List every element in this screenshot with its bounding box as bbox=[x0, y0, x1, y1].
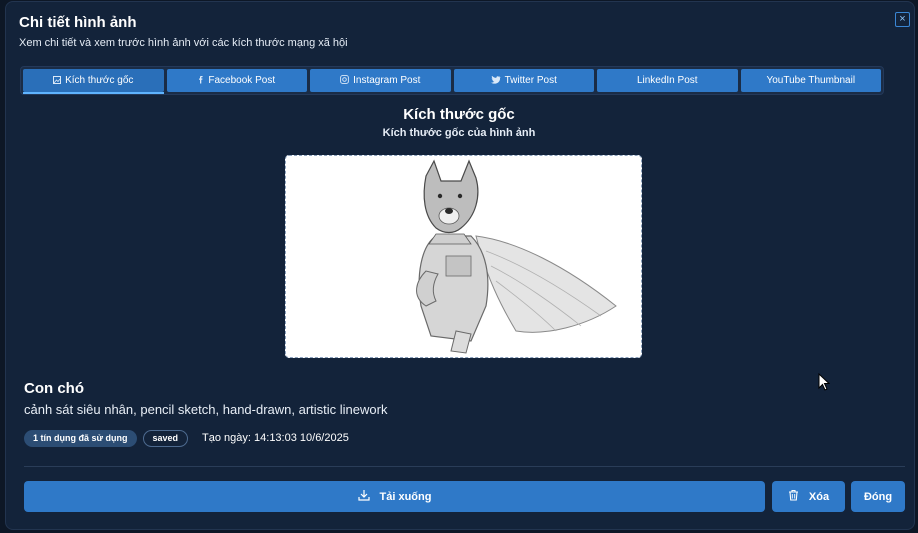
twitter-icon bbox=[490, 75, 501, 86]
delete-label: Xóa bbox=[808, 490, 830, 503]
tab-instagram-post[interactable]: Instagram Post bbox=[310, 69, 451, 92]
tab-facebook-post[interactable]: Facebook Post bbox=[166, 69, 307, 92]
dog-sketch-image bbox=[286, 156, 641, 357]
image-preview bbox=[285, 155, 642, 358]
download-icon bbox=[357, 489, 370, 504]
close-label: Đóng bbox=[863, 490, 893, 503]
tab-label: Kích thước gốc bbox=[65, 75, 134, 86]
tab-label: LinkedIn Post bbox=[636, 75, 698, 86]
close-button[interactable]: Đóng bbox=[851, 481, 905, 512]
trash-icon bbox=[788, 489, 799, 504]
tab-twitter-post[interactable]: Twitter Post bbox=[453, 69, 594, 92]
dialog-title: Chi tiết hình ảnh bbox=[19, 14, 137, 31]
created-date: Tạo ngày: 14:13:03 10/6/2025 bbox=[202, 432, 349, 444]
delete-button[interactable]: Xóa bbox=[772, 481, 845, 512]
tab-label: Instagram Post bbox=[353, 75, 421, 86]
tab-youtube-thumbnail[interactable]: YouTube Thumbnail bbox=[740, 69, 881, 92]
tab-label: Facebook Post bbox=[208, 75, 276, 86]
status-badge: saved bbox=[142, 429, 189, 447]
tab-label: Twitter Post bbox=[504, 75, 557, 86]
mouse-cursor-icon bbox=[818, 372, 831, 396]
dialog-subtitle: Xem chi tiết và xem trước hình ảnh với c… bbox=[19, 37, 348, 49]
preview-title: Kích thước gốc bbox=[403, 106, 515, 123]
tab-linkedin-post[interactable]: LinkedIn Post bbox=[597, 69, 738, 92]
facebook-icon bbox=[198, 75, 204, 86]
image-name: Con chó bbox=[24, 380, 84, 397]
download-button[interactable]: Tải xuống bbox=[24, 481, 765, 512]
image-prompt: cảnh sát siêu nhân, pencil sketch, hand-… bbox=[24, 402, 388, 417]
instagram-icon bbox=[340, 75, 349, 86]
image-icon bbox=[53, 75, 62, 86]
credit-badge: 1 tín dụng đã sử dụng bbox=[24, 429, 137, 447]
close-icon[interactable]: × bbox=[895, 12, 910, 27]
tab-label: YouTube Thumbnail bbox=[766, 75, 856, 86]
preview-subtitle: Kích thước gốc của hình ảnh bbox=[382, 127, 536, 139]
divider bbox=[24, 466, 905, 467]
size-tabs: Kích thước gốc Facebook Post Instagram P… bbox=[20, 66, 884, 95]
tab-original-size[interactable]: Kích thước gốc bbox=[23, 69, 164, 94]
image-meta: 1 tín dụng đã sử dụng saved Tạo ngày: 14… bbox=[24, 429, 349, 447]
download-label: Tải xuống bbox=[379, 490, 432, 503]
